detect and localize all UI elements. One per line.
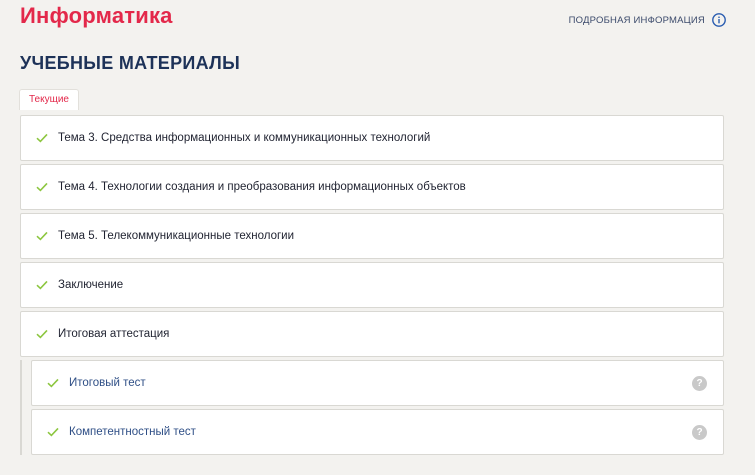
subitem-final-test[interactable]: Итоговый тест ? [31, 360, 724, 406]
topic-item[interactable]: Тема 4. Технологии создания и преобразов… [20, 164, 724, 210]
check-icon [36, 231, 48, 241]
check-icon [36, 329, 48, 339]
tab-current[interactable]: Текущие [19, 89, 79, 110]
topic-label: Заключение [58, 279, 124, 291]
topic-item[interactable]: Тема 3. Средства информационных и коммун… [20, 115, 724, 161]
help-icon[interactable]: ? [692, 424, 707, 440]
section-title: УЧЕБНЫЕ МАТЕРИАЛЫ [20, 53, 241, 73]
check-icon [47, 378, 59, 388]
check-icon [47, 427, 59, 437]
topic-item[interactable]: Заключение [20, 262, 724, 308]
check-icon [36, 133, 48, 143]
subitem-label: Компетентностный тест [69, 426, 196, 438]
check-icon [36, 280, 48, 290]
subitem-competence-test[interactable]: Компетентностный тест ? [31, 409, 724, 455]
topic-label: Итоговая аттестация [58, 328, 170, 340]
topic-item[interactable]: Итоговая аттестация [20, 311, 724, 357]
detailed-info-link[interactable]: ПОДРОБНАЯ ИНФОРМАЦИЯ [569, 13, 726, 27]
subitems-group: Итоговый тест ? Компетентностный тест ? [20, 360, 724, 455]
check-icon [36, 182, 48, 192]
info-circle-icon [712, 13, 726, 27]
topic-label: Тема 3. Средства информационных и коммун… [58, 132, 431, 144]
course-title: Информатика [20, 3, 173, 28]
subitem-label: Итоговый тест [69, 377, 146, 389]
topic-label: Тема 4. Технологии создания и преобразов… [58, 181, 466, 193]
help-icon[interactable]: ? [692, 375, 707, 391]
info-link-label: ПОДРОБНАЯ ИНФОРМАЦИЯ [568, 14, 705, 26]
topic-label: Тема 5. Телекоммуникационные технологии [58, 230, 295, 242]
topic-item[interactable]: Тема 5. Телекоммуникационные технологии [20, 213, 724, 259]
materials-list: Тема 3. Средства информационных и коммун… [20, 115, 724, 458]
